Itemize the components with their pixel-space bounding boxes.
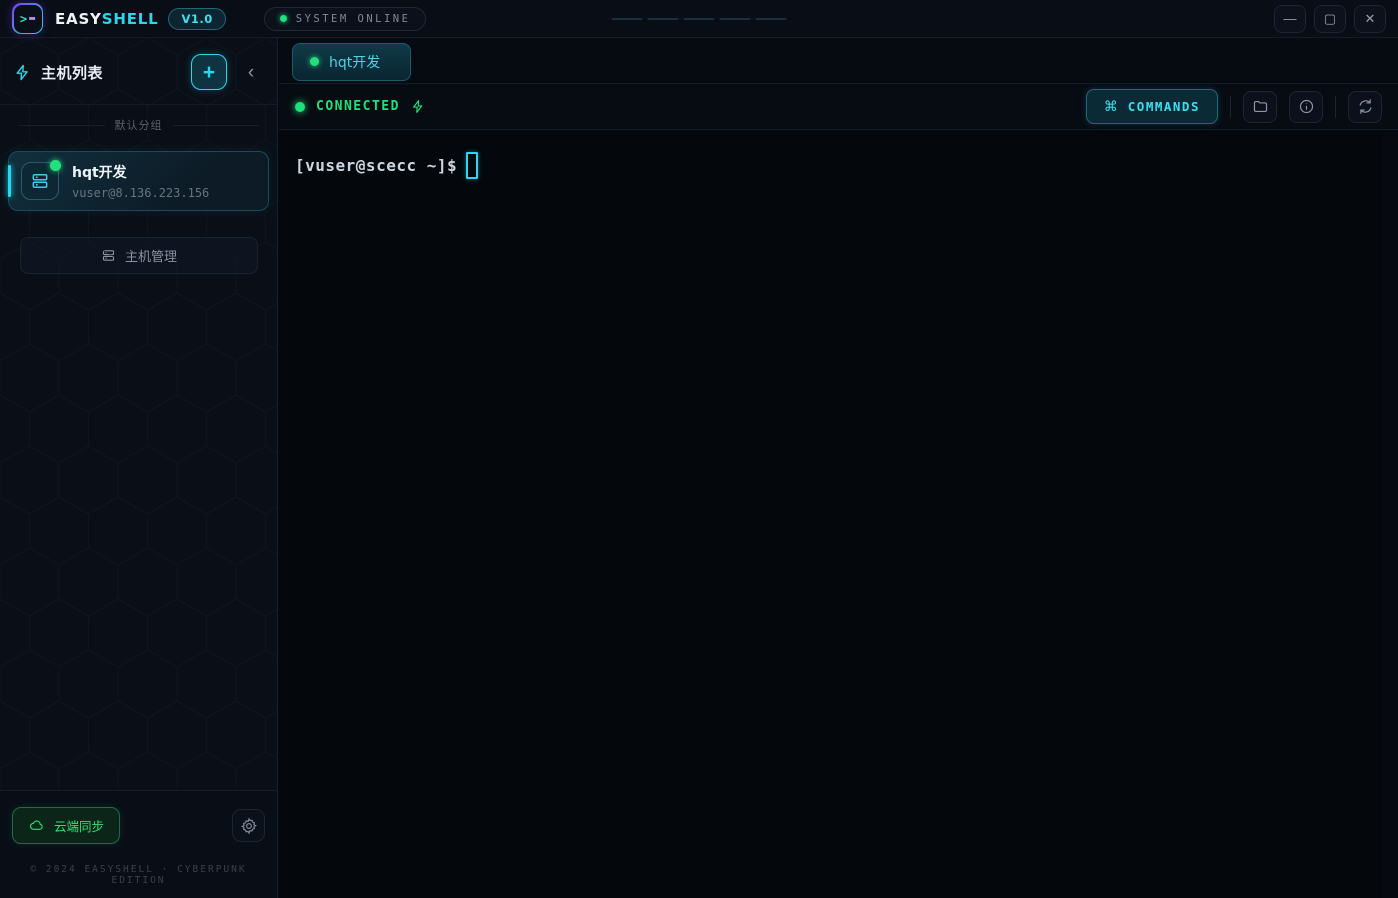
connected-dot: [295, 102, 305, 112]
main-area: hqt开发 CONNECTED ⌘ COMMANDS: [279, 38, 1398, 898]
cloud-sync-label: 云端同步: [54, 816, 104, 835]
host-manage-button[interactable]: 主机管理: [20, 237, 258, 274]
terminal-scrollbar-gutter[interactable]: [1383, 130, 1398, 898]
host-name: hqt开发: [72, 162, 209, 182]
add-host-button[interactable]: +: [191, 54, 227, 90]
close-button[interactable]: ✕: [1354, 5, 1386, 33]
tab-label: hqt开发: [329, 52, 380, 72]
divider: [1230, 96, 1231, 118]
server-icon: [101, 248, 116, 263]
easyshell-window: >▬ EASYSHELL V1.0 SYSTEM ONLINE — ▢ ✕: [0, 0, 1398, 898]
refresh-icon: [1357, 98, 1374, 115]
app-title: EASYSHELL: [55, 10, 158, 28]
host-address: vuser@8.136.223.156: [72, 186, 209, 200]
app-logo: >▬: [12, 3, 43, 34]
connection-status: CONNECTED: [295, 99, 425, 114]
group-label: 默认分组: [115, 117, 163, 133]
terminal-prompt: [vuser@scecc ~]$: [295, 156, 457, 175]
system-status-pill: SYSTEM ONLINE: [264, 7, 427, 31]
server-icon: [30, 171, 50, 191]
commands-label: COMMANDS: [1128, 99, 1200, 114]
session-tab-bar: hqt开发: [279, 38, 1398, 84]
file-browser-button[interactable]: [1243, 91, 1277, 123]
folder-icon: [1252, 98, 1269, 115]
cloud-sync-button[interactable]: 云端同步: [12, 807, 120, 844]
host-list-item[interactable]: hqt开发 vuser@8.136.223.156: [8, 151, 269, 211]
connected-label: CONNECTED: [316, 99, 400, 114]
sidebar-title: 主机列表: [41, 62, 103, 83]
status-bar-actions: ⌘ COMMANDS: [1086, 89, 1382, 124]
sidebar-footer: 云端同步 © 2024 EASYSHELL · CYBERPUNK EDITIO…: [0, 790, 277, 898]
gear-icon: [240, 817, 258, 835]
bolt-icon: [411, 99, 425, 114]
host-sidebar: 主机列表 + ‹ 默认分组 hqt开发 vuser@: [0, 38, 278, 898]
settings-button[interactable]: [232, 809, 265, 842]
info-icon: [1298, 98, 1315, 115]
online-status-dot: [280, 15, 287, 22]
commands-button[interactable]: ⌘ COMMANDS: [1086, 89, 1218, 124]
host-online-dot: [50, 160, 61, 171]
system-status-label: SYSTEM ONLINE: [296, 13, 411, 25]
host-manage-label: 主机管理: [125, 246, 177, 265]
title-bar: >▬ EASYSHELL V1.0 SYSTEM ONLINE — ▢ ✕: [0, 0, 1398, 38]
bolt-icon: [14, 64, 31, 81]
copyright-text: © 2024 EASYSHELL · CYBERPUNK EDITION: [12, 864, 265, 886]
decorative-dashes: [612, 18, 787, 20]
divider: [1335, 96, 1336, 118]
collapse-sidebar-button[interactable]: ‹: [239, 60, 263, 84]
refresh-button[interactable]: [1348, 91, 1382, 123]
terminal-viewport[interactable]: [vuser@scecc ~]$: [279, 130, 1398, 898]
version-badge: V1.0: [168, 8, 225, 30]
cloud-icon: [28, 818, 45, 833]
window-controls: — ▢ ✕: [1274, 5, 1386, 33]
connection-status-bar: CONNECTED ⌘ COMMANDS: [279, 84, 1398, 130]
maximize-button[interactable]: ▢: [1314, 5, 1346, 33]
command-icon: ⌘: [1104, 98, 1118, 115]
minimize-button[interactable]: —: [1274, 5, 1306, 33]
sidebar-header: 主机列表 + ‹: [0, 38, 277, 104]
server-icon-box: [21, 162, 59, 200]
terminal-cursor: [466, 152, 478, 179]
session-tab[interactable]: hqt开发: [292, 43, 411, 81]
tab-connected-dot: [310, 57, 319, 66]
group-header: 默认分组: [0, 105, 277, 137]
active-accent-bar: [8, 165, 11, 197]
host-info: hqt开发 vuser@8.136.223.156: [72, 162, 209, 200]
terminal-prompt-line: [vuser@scecc ~]$: [295, 152, 1382, 179]
info-button[interactable]: [1289, 91, 1323, 123]
terminal-logo-icon: >▬: [14, 5, 42, 33]
